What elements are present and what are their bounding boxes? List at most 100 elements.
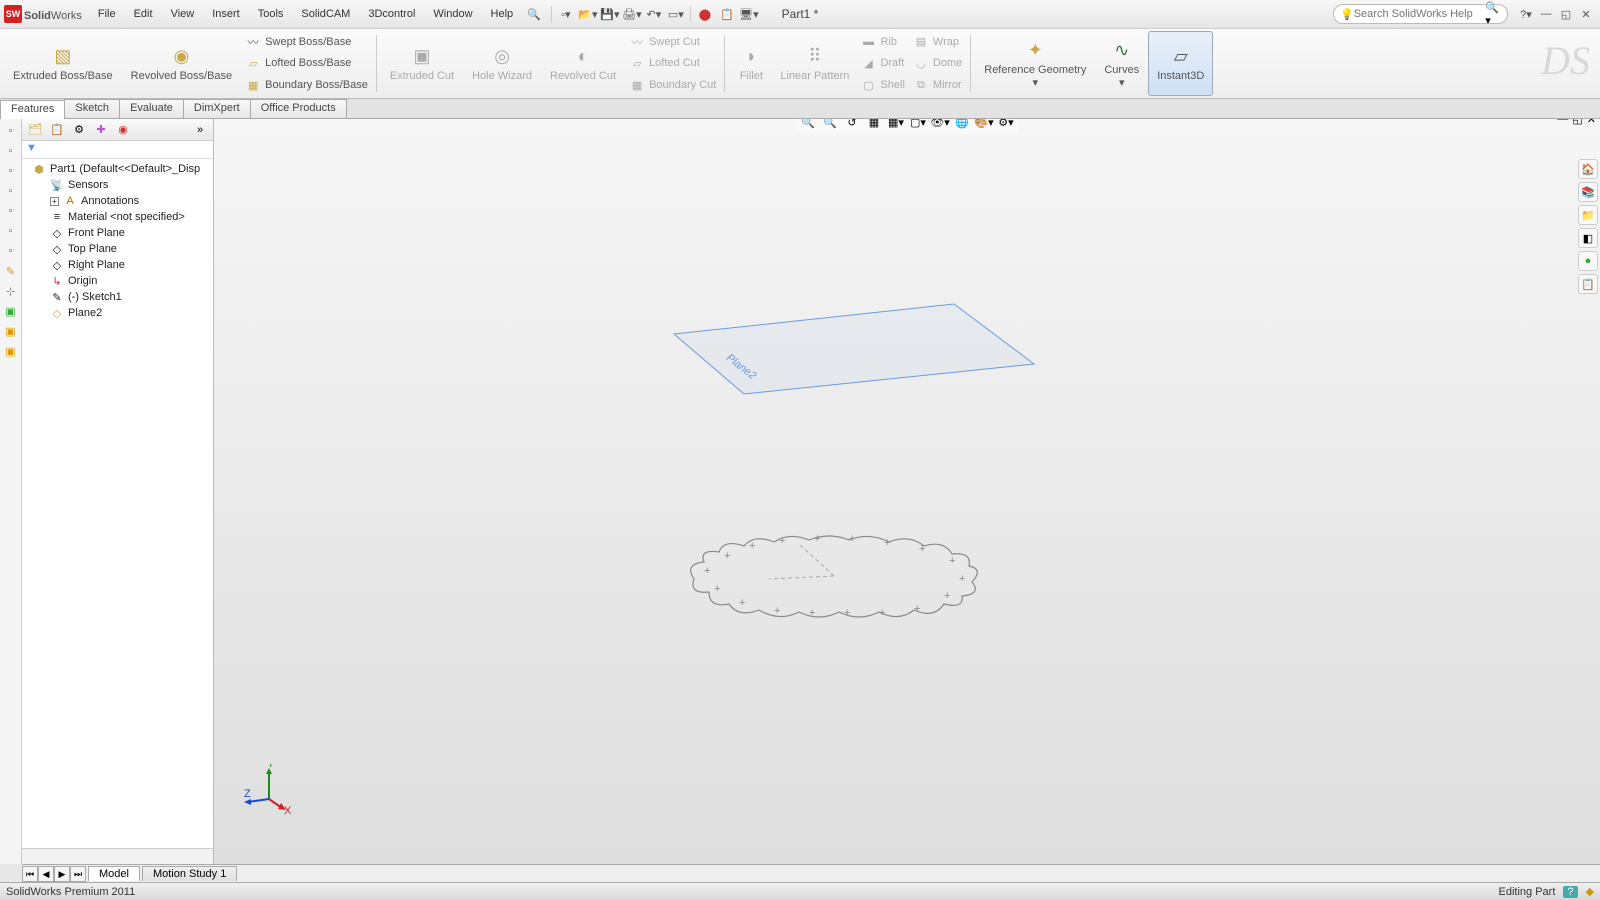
menu-insert[interactable]: Insert (204, 4, 248, 24)
tree-origin[interactable]: ↳Origin (22, 273, 213, 289)
zoom-area-icon[interactable]: 🔍 (820, 119, 840, 131)
plane2-geometry[interactable] (614, 274, 1054, 414)
rebuild-icon[interactable]: ⬤ (695, 4, 715, 24)
tab-dimxpert[interactable]: DimXpert (183, 99, 251, 118)
tree-front-plane[interactable]: ◇Front Plane (22, 225, 213, 241)
fm-filter[interactable]: ▼ (22, 141, 213, 159)
display-style-icon[interactable]: ▢▾ (908, 119, 928, 131)
rail-icon[interactable]: ▫ (3, 123, 19, 139)
rail-icon[interactable]: ▫ (3, 203, 19, 219)
extruded-cut-button[interactable]: ▣Extruded Cut (381, 31, 463, 96)
sketch1-geometry[interactable]: ++++ ++++ ++++ ++++ ++ (674, 524, 994, 634)
appearances-icon[interactable]: ● (1578, 251, 1598, 271)
rail-icon[interactable]: ▫ (3, 143, 19, 159)
save-icon[interactable]: 💾▾ (600, 4, 620, 24)
graphics-viewport[interactable]: 🔍 🔍 ↺ ▦ ▦▾ ▢▾ 👁▾ 🌐 🎨▾ ⚙▾ — ◱ ✕ 🏠 📚 📁 ◧ ●… (214, 119, 1600, 864)
bottom-tab-nav[interactable]: ⏮◀▶⏭ (22, 866, 86, 882)
menu-3dcontrol[interactable]: 3Dcontrol (360, 4, 423, 24)
view-settings-icon[interactable]: ⚙▾ (996, 119, 1016, 131)
menu-window[interactable]: Window (425, 4, 480, 24)
fm-prop-icon[interactable]: 📋 (48, 121, 66, 139)
restore-icon[interactable]: ◱ (1558, 6, 1574, 22)
fm-tree-icon[interactable]: 🗂 (26, 121, 44, 139)
screen-icon[interactable]: 🖥▾ (739, 4, 759, 24)
rail-icon[interactable]: ▫ (3, 223, 19, 239)
boundary-boss-button[interactable]: ▦Boundary Boss/Base (241, 76, 372, 94)
tree-sensors[interactable]: 📡Sensors (22, 177, 213, 193)
section-icon[interactable]: ▦ (864, 119, 884, 131)
help-search-input[interactable] (1354, 8, 1486, 20)
lofted-cut-button[interactable]: ▱Lofted Cut (625, 54, 720, 72)
minimize-icon[interactable]: — (1538, 6, 1554, 22)
new-icon[interactable]: ▫▾ (556, 4, 576, 24)
open-icon[interactable]: 📂▾ (578, 4, 598, 24)
tree-scrollbar[interactable] (22, 848, 213, 864)
help-status-icon[interactable]: ? (1563, 886, 1577, 898)
view-palette-icon[interactable]: ◧ (1578, 228, 1598, 248)
scene-icon[interactable]: 🎨▾ (974, 119, 994, 131)
boundary-cut-button[interactable]: ▦Boundary Cut (625, 76, 720, 94)
resources-icon[interactable]: 🏠 (1578, 159, 1598, 179)
revolved-boss-button[interactable]: ◉Revolved Boss/Base (122, 31, 242, 96)
rail-icon[interactable]: ▣ (3, 343, 19, 359)
linear-pattern-button[interactable]: ⠿Linear Pattern (773, 31, 856, 96)
draft-button[interactable]: ◢Draft (856, 54, 908, 72)
vp-restore-icon[interactable]: ◱ (1572, 119, 1582, 126)
select-icon[interactable]: ▭▾ (666, 4, 686, 24)
hide-show-icon[interactable]: 👁▾ (930, 119, 950, 131)
warning-status-icon[interactable]: ◆ (1586, 885, 1594, 898)
tree-material[interactable]: ≡Material <not specified> (22, 209, 213, 225)
tree-annotations[interactable]: +AAnnotations (22, 193, 213, 209)
hole-wizard-button[interactable]: ◎Hole Wizard (463, 31, 541, 96)
lofted-boss-button[interactable]: ▱Lofted Boss/Base (241, 54, 372, 72)
reference-geometry-button[interactable]: ✦Reference Geometry▾ (975, 31, 1095, 96)
vp-minimize-icon[interactable]: — (1557, 119, 1568, 126)
expand-icon[interactable]: + (50, 197, 59, 206)
menu-edit[interactable]: Edit (126, 4, 161, 24)
rail-icon[interactable]: ▣ (3, 303, 19, 319)
tree-top-plane[interactable]: ◇Top Plane (22, 241, 213, 257)
swept-boss-button[interactable]: 〰Swept Boss/Base (241, 33, 372, 51)
vp-close-icon[interactable]: ✕ (1587, 119, 1596, 126)
help-icon[interactable]: ?▾ (1518, 6, 1534, 22)
rail-icon[interactable]: ▫ (3, 163, 19, 179)
appearance-icon[interactable]: 🌐 (952, 119, 972, 131)
options-icon[interactable]: 📋 (717, 4, 737, 24)
menu-help[interactable]: Help (483, 4, 522, 24)
view-orient-icon[interactable]: ▦▾ (886, 119, 906, 131)
tree-plane2[interactable]: ◇Plane2 (22, 305, 213, 321)
rail-icon[interactable]: ▣ (3, 323, 19, 339)
fillet-button[interactable]: ◗Fillet (729, 31, 773, 96)
rail-icon[interactable]: ✎ (3, 263, 19, 279)
swept-cut-button[interactable]: 〰Swept Cut (625, 33, 720, 51)
tab-office-products[interactable]: Office Products (250, 99, 347, 118)
dome-button[interactable]: ◡Dome (909, 54, 966, 72)
extruded-boss-button[interactable]: ▧Extruded Boss/Base (4, 31, 122, 96)
prev-view-icon[interactable]: ↺ (842, 119, 862, 131)
close-icon[interactable]: ✕ (1578, 6, 1594, 22)
menu-solidcam[interactable]: SolidCAM (293, 4, 358, 24)
fm-expand-icon[interactable]: » (191, 121, 209, 139)
mirror-button[interactable]: ⧉Mirror (909, 76, 966, 94)
help-search[interactable]: 💡 🔍▾ (1333, 4, 1508, 24)
feature-tree[interactable]: ⬢Part1 (Default<<Default>_Disp 📡Sensors … (22, 159, 213, 848)
undo-icon[interactable]: ↶▾ (644, 4, 664, 24)
tree-right-plane[interactable]: ◇Right Plane (22, 257, 213, 273)
custom-props-icon[interactable]: 📋 (1578, 274, 1598, 294)
shell-button[interactable]: ▢Shell (856, 76, 908, 94)
orientation-triad[interactable]: Y Z X (244, 764, 294, 814)
wrap-button[interactable]: ▤Wrap (909, 33, 966, 51)
print-icon[interactable]: 🖨▾ (622, 4, 642, 24)
fm-config-icon[interactable]: ⚙ (70, 121, 88, 139)
fm-display-icon[interactable]: ◉ (114, 121, 132, 139)
rail-icon[interactable]: ▫ (3, 243, 19, 259)
tree-sketch1[interactable]: ✎(-) Sketch1 (22, 289, 213, 305)
fm-dim-icon[interactable]: ✚ (92, 121, 110, 139)
rail-icon[interactable]: ▫ (3, 183, 19, 199)
tab-model[interactable]: Model (88, 866, 140, 881)
rib-button[interactable]: ▬Rib (856, 33, 908, 51)
tab-motion-study[interactable]: Motion Study 1 (142, 866, 237, 881)
revolved-cut-button[interactable]: ◐Revolved Cut (541, 31, 625, 96)
tab-evaluate[interactable]: Evaluate (119, 99, 184, 118)
menu-tools[interactable]: Tools (250, 4, 292, 24)
